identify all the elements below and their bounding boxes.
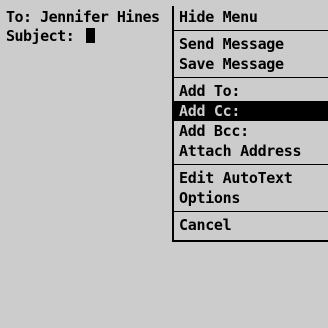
menu-item-attach-address[interactable]: Attach Address: [174, 141, 328, 161]
menu-separator: [174, 164, 328, 165]
to-recipient[interactable]: Jennifer Hines: [40, 8, 160, 26]
to-field[interactable]: To: Jennifer Hines: [6, 8, 160, 27]
menu-item-options[interactable]: Options: [174, 188, 328, 208]
menu-separator: [174, 77, 328, 78]
menu-separator: [174, 30, 328, 31]
menu-item-cancel[interactable]: Cancel: [174, 215, 328, 235]
menu-item-save-message[interactable]: Save Message: [174, 54, 328, 74]
menu-item-add-cc[interactable]: Add Cc:: [174, 101, 328, 121]
subject-label: Subject:: [6, 27, 75, 45]
menu-item-edit-autotext[interactable]: Edit AutoText: [174, 168, 328, 188]
text-cursor: [85, 28, 95, 43]
compose-form: To: Jennifer Hines Subject:: [6, 8, 160, 46]
subject-field[interactable]: Subject:: [6, 27, 160, 46]
menu-item-send-message[interactable]: Send Message: [174, 34, 328, 54]
menu-item-hide-menu[interactable]: Hide Menu: [174, 7, 328, 27]
menu-separator: [174, 211, 328, 212]
to-label: To:: [6, 8, 32, 26]
context-menu: Hide Menu Send Message Save Message Add …: [172, 6, 328, 242]
menu-item-add-to[interactable]: Add To:: [174, 81, 328, 101]
device-screen: To: Jennifer Hines Subject: Hide Menu Se…: [0, 0, 328, 328]
menu-item-add-bcc[interactable]: Add Bcc:: [174, 121, 328, 141]
